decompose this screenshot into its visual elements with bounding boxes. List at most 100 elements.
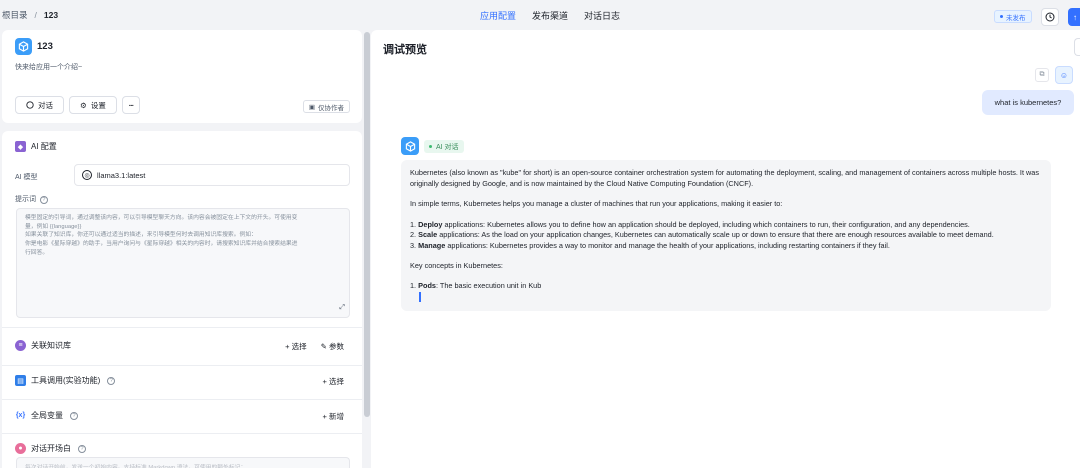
opener-title: 对话开场白 bbox=[31, 444, 71, 453]
tools-title: 工具调用(实验功能) bbox=[31, 376, 101, 385]
list-text: : The basic execution unit in Kub bbox=[435, 280, 542, 290]
app-description[interactable]: 快来给应用一个介绍~ bbox=[15, 62, 82, 72]
prompt-placeholder-line: 如果关联了知识库，你还可以通过适当的描述，来引导模型何时去调用知识库搜索。例如： bbox=[25, 232, 257, 239]
expand-icon[interactable]: ⤢ bbox=[339, 304, 345, 313]
ai-chat-tag-label: AI 对话 bbox=[436, 143, 459, 151]
history-button[interactable] bbox=[1041, 8, 1059, 26]
app-name: 123 bbox=[37, 41, 53, 52]
edit-icon: ✎ bbox=[320, 342, 327, 351]
divider bbox=[2, 399, 362, 400]
braces-icon: {x} bbox=[15, 412, 26, 419]
model-value: llama3.1:latest bbox=[97, 170, 146, 180]
tab-publish-channel[interactable]: 发布渠道 bbox=[532, 9, 568, 22]
variables-actions: + 新增 bbox=[323, 411, 344, 422]
app-info-card: 123 快来给应用一个介绍~ 对话 ⚙ 设置 ··· ▣ 仅协作者 bbox=[2, 30, 362, 123]
divider bbox=[2, 327, 362, 328]
preview-title: 调试预览 bbox=[383, 44, 427, 56]
chat-button-label: 对话 bbox=[38, 100, 53, 110]
knowledge-params-button[interactable]: ✎ 参数 bbox=[321, 341, 344, 352]
ai-simple-paragraph: In simple terms, Kubernetes helps you ma… bbox=[410, 199, 783, 208]
status-dot-icon bbox=[429, 145, 432, 148]
toolbox-icon: ▤ bbox=[15, 375, 26, 386]
chat-button[interactable]: 对话 bbox=[15, 96, 64, 114]
breadcrumb-root[interactable]: 根目录 bbox=[2, 9, 28, 21]
ai-avatar bbox=[401, 137, 419, 155]
tab-bar: 应用配置 发布渠道 对话日志 bbox=[480, 9, 620, 22]
app-cube-icon bbox=[405, 140, 415, 152]
settings-button[interactable]: ⚙ 设置 bbox=[69, 96, 117, 114]
list-item: 2. Scale applications: As the load on yo… bbox=[410, 230, 1042, 241]
user-avatar: ☺ bbox=[1055, 66, 1073, 84]
variables-title: 全局变量 bbox=[31, 411, 63, 420]
prompt-textarea[interactable]: 模型固定的引导词，通过调整该内容，可以引导模型聊天方向。该内容会被固定在上下文的… bbox=[16, 208, 350, 318]
list-item: 1. Deploy applications: Kubernetes allow… bbox=[410, 220, 1042, 231]
copy-button[interactable]: ⧉ bbox=[1035, 68, 1049, 82]
scrollbar-thumb[interactable] bbox=[364, 32, 370, 417]
tools-select-button[interactable]: + 选择 bbox=[323, 376, 344, 387]
knowledge-title: 关联知识库 bbox=[31, 341, 71, 350]
list-bold: Manage bbox=[418, 240, 446, 250]
list-bold: Deploy bbox=[418, 219, 443, 229]
copy-icon: ⧉ bbox=[1039, 71, 1045, 78]
ai-concepts-heading: Key concepts in Kubernetes: bbox=[410, 261, 503, 270]
prompt-placeholder-line: 量，例如 {{language}} bbox=[25, 223, 82, 230]
model-select[interactable]: ◎ llama3.1:latest bbox=[74, 164, 350, 186]
variables-header: {x} 全局变量 ? bbox=[15, 410, 78, 421]
ai-config-header: ◆ AI 配置 bbox=[15, 141, 57, 152]
variables-add-button[interactable]: + 新增 bbox=[323, 411, 344, 422]
robot-icon: ◆ bbox=[15, 141, 26, 152]
prompt-label: 提示词 ? bbox=[15, 194, 48, 204]
ai-message: Kubernetes (also known as "kube" for sho… bbox=[401, 160, 1051, 311]
breadcrumb-separator: / bbox=[34, 10, 37, 20]
list-item: 3. Manage applications: Kubernetes provi… bbox=[410, 241, 1042, 252]
publish-button[interactable]: ↑ bbox=[1068, 8, 1080, 26]
collaborator-only-button[interactable]: ▣ 仅协作者 bbox=[302, 100, 350, 113]
knowledge-actions: + 选择 ✎ 参数 bbox=[285, 341, 344, 352]
typing-cursor bbox=[419, 292, 421, 302]
left-scrollbar[interactable] bbox=[363, 30, 371, 468]
knowledge-select-button[interactable]: + 选择 bbox=[285, 341, 306, 352]
prompt-label-text: 提示词 bbox=[15, 196, 36, 203]
opener-header: ● 对话开场白 ? bbox=[15, 443, 86, 454]
ai-config-title: AI 配置 bbox=[31, 142, 57, 151]
collaborator-only-label: 仅协作者 bbox=[318, 104, 344, 112]
knowledge-params-label: 参数 bbox=[329, 342, 344, 351]
database-icon: ≡ bbox=[15, 340, 26, 351]
top-bar: 根目录 / 123 应用配置 发布渠道 对话日志 未发布 ↑ bbox=[0, 0, 1080, 30]
tab-app-config[interactable]: 应用配置 bbox=[480, 9, 516, 22]
more-button[interactable]: ··· bbox=[122, 96, 140, 114]
ai-chat-tag: AI 对话 bbox=[424, 140, 464, 153]
ai-intro-paragraph: Kubernetes (also known as "kube" for sho… bbox=[410, 168, 1039, 188]
tab-chat-logs[interactable]: 对话日志 bbox=[584, 9, 620, 22]
prompt-placeholder-line: 你是电影《星际穿越》的助手，当用户询问与《星际穿越》相关的内容时，请搜索知识库并… bbox=[25, 241, 298, 248]
knowledge-header: ≡ 关联知识库 bbox=[15, 340, 71, 351]
opener-textarea[interactable]: 每次对话开始前，发送一个初始内容。支持标准 Markdown 语法，可使用的额外… bbox=[16, 457, 350, 468]
divider bbox=[2, 365, 362, 366]
llama-model-icon: ◎ bbox=[82, 170, 92, 180]
message-icon: ● bbox=[15, 443, 26, 454]
app-cube-icon bbox=[15, 38, 32, 55]
tools-header: ▤ 工具调用(实验功能) ? bbox=[15, 375, 116, 386]
user-message: what is kubernetes? bbox=[982, 90, 1074, 115]
help-icon[interactable]: ? bbox=[78, 444, 86, 453]
upload-icon: ↑ bbox=[1073, 12, 1077, 22]
debug-preview-panel: 调试预览 ⧉ ☺ what is kubernetes? AI 对话 Kuber… bbox=[371, 30, 1080, 468]
list-num: 3. bbox=[410, 240, 417, 250]
tools-actions: + 选择 bbox=[323, 376, 344, 387]
status-dot-icon bbox=[1000, 15, 1003, 18]
list-bold: Scale bbox=[418, 230, 438, 239]
help-icon[interactable]: ? bbox=[39, 196, 48, 204]
help-icon[interactable]: ? bbox=[107, 376, 116, 385]
model-label: AI 模型 bbox=[15, 174, 38, 181]
breadcrumb-current: 123 bbox=[43, 10, 59, 20]
clock-icon bbox=[1045, 12, 1055, 22]
gear-icon: ⚙ bbox=[80, 100, 87, 110]
settings-button-label: 设置 bbox=[90, 100, 106, 110]
list-num: 1. bbox=[410, 219, 417, 229]
prompt-placeholder-line: 行回答。 bbox=[25, 249, 49, 256]
help-icon[interactable]: ? bbox=[70, 411, 78, 420]
list-text: applications: Kubernetes provides a way … bbox=[445, 240, 890, 250]
lock-icon: ▣ bbox=[308, 103, 315, 111]
chat-bubble-icon bbox=[26, 101, 34, 109]
panel-toggle-button[interactable] bbox=[1074, 38, 1080, 56]
